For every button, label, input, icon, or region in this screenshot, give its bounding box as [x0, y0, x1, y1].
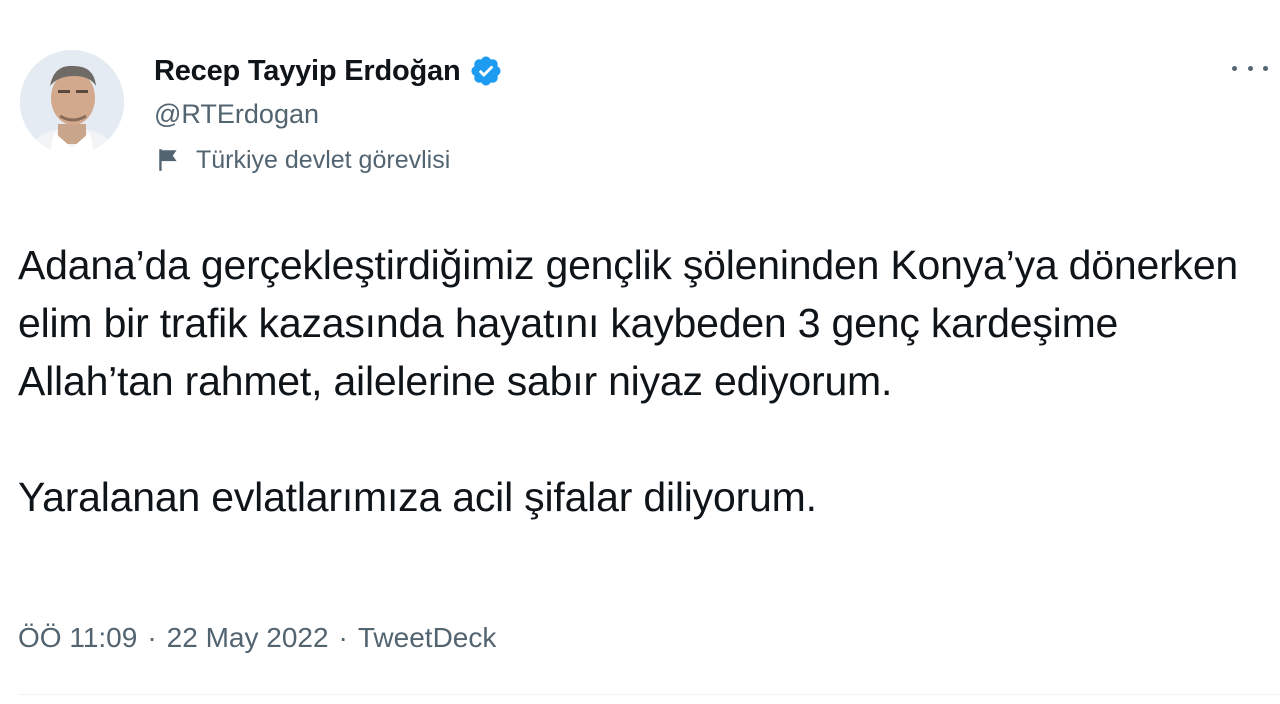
more-options-icon-dot: [1263, 65, 1268, 71]
meta-separator-2: ·: [338, 622, 348, 653]
more-options-icon: [1232, 65, 1237, 71]
avatar-image: [20, 50, 124, 154]
tweet-paragraph-1: Adana’da gerçekleştirdiğimiz gençlik şöl…: [18, 242, 1239, 404]
tweet-paragraph-2: Yaralanan evlatlarımıza acil şifalar dil…: [18, 474, 817, 520]
display-name[interactable]: Recep Tayyip Erdoğan: [154, 55, 461, 88]
account-label-row: Türkiye devlet görevlisi: [154, 142, 503, 178]
meta-separator: ·: [147, 622, 157, 653]
government-label[interactable]: Türkiye devlet görevlisi: [196, 146, 450, 175]
tweet-header: Recep Tayyip Erdoğan @RTErdogan Türkiye …: [154, 52, 503, 178]
tweet-source[interactable]: TweetDeck: [358, 622, 497, 654]
more-options-button[interactable]: [1232, 56, 1268, 80]
divider: [18, 694, 1280, 695]
tweet-time[interactable]: ÖÖ 11:09: [18, 622, 137, 654]
more-options-icon-dot: [1247, 65, 1253, 71]
tweet-meta: ÖÖ 11:09 · 22 May 2022 · TweetDeck: [18, 618, 496, 658]
tweet-date[interactable]: 22 May 2022: [167, 622, 329, 654]
name-row: Recep Tayyip Erdoğan: [154, 52, 503, 90]
avatar[interactable]: [20, 50, 124, 154]
verified-badge-icon: [469, 54, 503, 88]
tweet-card: Recep Tayyip Erdoğan @RTErdogan Türkiye …: [0, 0, 1280, 704]
tweet-text: Adana’da gerçekleştirdiğimiz gençlik şöl…: [18, 236, 1258, 526]
flag-icon: [156, 147, 182, 173]
user-handle[interactable]: @RTErdogan: [154, 96, 503, 132]
